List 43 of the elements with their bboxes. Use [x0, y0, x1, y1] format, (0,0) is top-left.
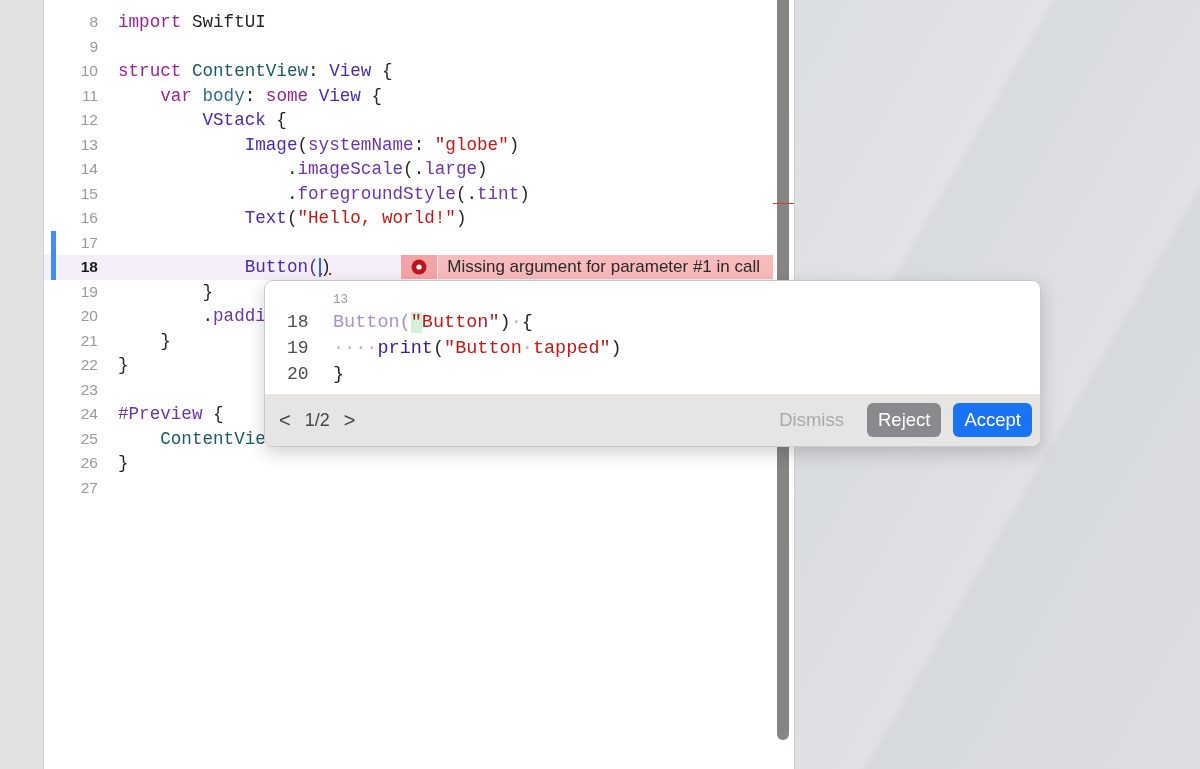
- code-line: }: [118, 355, 129, 376]
- line-number: 19: [79, 281, 98, 302]
- line-number: 12: [79, 110, 98, 131]
- page-position: 1/2: [304, 409, 330, 431]
- line-number: 23: [79, 379, 98, 400]
- line-number: 14: [79, 159, 98, 180]
- code-line: }: [333, 363, 345, 385]
- line-number: 9: [88, 36, 98, 57]
- line-number: 11: [80, 85, 98, 106]
- line-number: 10: [79, 61, 98, 82]
- code-line: }: [159, 330, 171, 351]
- code-line: }: [118, 453, 129, 474]
- line-number: 25: [79, 428, 98, 449]
- line-number: 18: [287, 312, 310, 332]
- line-number: 20: [79, 306, 98, 327]
- code-line: Button(): [243, 257, 332, 278]
- line-number: 19: [287, 338, 310, 358]
- line-number: 27: [79, 477, 98, 498]
- line-number: 21: [79, 330, 98, 351]
- code-line: ContentVie: [159, 428, 266, 449]
- code-line: }: [201, 281, 214, 302]
- code-line: import SwiftUI: [118, 12, 266, 33]
- code-line: .paddi: [201, 306, 266, 327]
- line-number: 13: [79, 134, 98, 155]
- code-line: Text("Hello, world!"): [243, 208, 467, 229]
- context-line-number: 13: [332, 293, 349, 309]
- error-message: Missing argument for parameter #1 in call: [438, 255, 773, 280]
- code-line: Image(systemName: "globe"): [243, 134, 520, 155]
- code-line: Button("Button")·{: [333, 311, 533, 333]
- line-number: 8: [88, 12, 98, 33]
- code-line: VStack {: [201, 110, 287, 131]
- code-line: #Preview {: [118, 404, 224, 425]
- line-number: 24: [79, 404, 98, 425]
- line-number: 16: [79, 208, 98, 229]
- code-line: ····print("Button·tapped"): [333, 337, 622, 359]
- line-number: 26: [79, 453, 98, 474]
- code-line: .foregroundStyle(.tint): [285, 183, 530, 204]
- code-line: var body: some View {: [159, 85, 382, 106]
- code-line: .imageScale(.large): [285, 159, 488, 180]
- code-line: struct ContentView: View {: [118, 61, 393, 82]
- line-number: 20: [287, 364, 310, 384]
- line-number: 15: [79, 183, 98, 204]
- line-number: 22: [79, 355, 98, 376]
